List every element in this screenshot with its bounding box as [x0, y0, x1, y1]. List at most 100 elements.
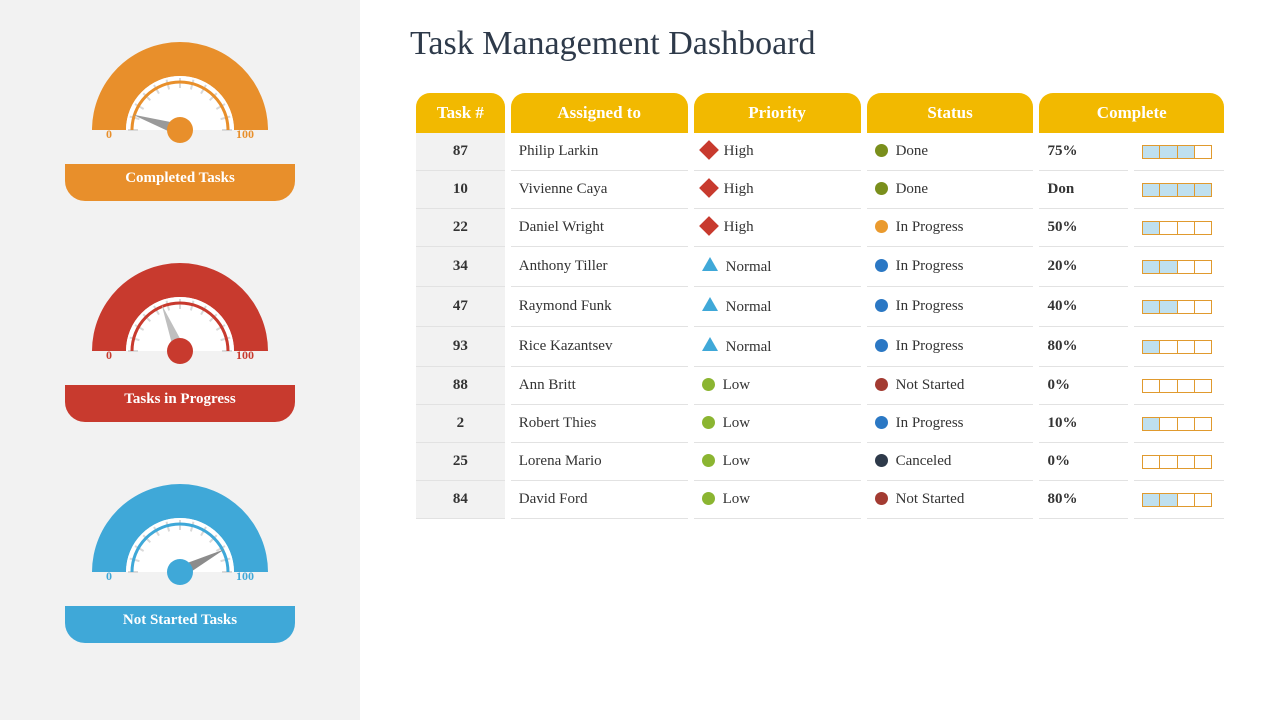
cell-complete: 75%: [1039, 133, 1128, 171]
tasks-table: Task # Assigned to Priority Status Compl…: [410, 93, 1230, 519]
cell-task-num: 88: [416, 367, 505, 405]
gauge-min: 0: [106, 348, 112, 363]
cell-assigned: Anthony Tiller: [511, 247, 688, 287]
priority-low-icon: [702, 378, 715, 391]
progress-bar: [1142, 455, 1212, 469]
progress-bar: [1142, 221, 1212, 235]
cell-priority: High: [694, 209, 861, 247]
progress-bar: [1142, 260, 1212, 274]
cell-complete: 0%: [1039, 443, 1128, 481]
cell-task-num: 47: [416, 287, 505, 327]
cell-assigned: Raymond Funk: [511, 287, 688, 327]
gauge-max: 100: [236, 569, 254, 584]
priority-normal-icon: [702, 337, 718, 351]
cell-task-num: 22: [416, 209, 505, 247]
gauge-min: 0: [106, 569, 112, 584]
cell-task-num: 87: [416, 133, 505, 171]
table-row: 88 Ann Britt Low Not Started 0%: [416, 367, 1224, 405]
progress-bar: [1142, 300, 1212, 314]
table-row: 87 Philip Larkin High Done 75%: [416, 133, 1224, 171]
status-icon: [875, 492, 888, 505]
table-row: 47 Raymond Funk Normal In Progress 40%: [416, 287, 1224, 327]
cell-status: Not Started: [867, 367, 1034, 405]
cell-bar: [1134, 247, 1224, 287]
cell-status: In Progress: [867, 405, 1034, 443]
cell-assigned: Philip Larkin: [511, 133, 688, 171]
priority-normal-icon: [702, 297, 718, 311]
cell-status: Done: [867, 171, 1034, 209]
status-icon: [875, 416, 888, 429]
cell-task-num: 93: [416, 327, 505, 367]
cell-complete: 0%: [1039, 367, 1128, 405]
cell-priority: Normal: [694, 327, 861, 367]
table-row: 22 Daniel Wright High In Progress 50%: [416, 209, 1224, 247]
status-icon: [875, 220, 888, 233]
col-status: Status: [867, 93, 1034, 133]
cell-task-num: 25: [416, 443, 505, 481]
status-icon: [875, 182, 888, 195]
cell-priority: Normal: [694, 287, 861, 327]
cell-bar: [1134, 405, 1224, 443]
cell-complete: 50%: [1039, 209, 1128, 247]
progress-bar: [1142, 340, 1212, 354]
gauge-dial-icon: 0 100: [80, 20, 280, 170]
main: Task Management Dashboard Task # Assigne…: [360, 0, 1280, 720]
cell-assigned: Rice Kazantsev: [511, 327, 688, 367]
cell-status: Done: [867, 133, 1034, 171]
cell-status: In Progress: [867, 247, 1034, 287]
cell-status: Canceled: [867, 443, 1034, 481]
status-icon: [875, 454, 888, 467]
table-row: 2 Robert Thies Low In Progress 10%: [416, 405, 1224, 443]
table-row: 93 Rice Kazantsev Normal In Progress 80%: [416, 327, 1224, 367]
gauge-2: 0 100 Not Started Tasks: [60, 462, 300, 643]
tasks-tbody: 87 Philip Larkin High Done 75% 10 Vivien…: [416, 133, 1224, 519]
cell-bar: [1134, 367, 1224, 405]
priority-low-icon: [702, 454, 715, 467]
cell-task-num: 84: [416, 481, 505, 519]
cell-bar: [1134, 327, 1224, 367]
col-complete: Complete: [1039, 93, 1224, 133]
gauge-0: 0 100 Completed Tasks: [60, 20, 300, 201]
cell-bar: [1134, 287, 1224, 327]
cell-bar: [1134, 209, 1224, 247]
table-row: 10 Vivienne Caya High Done Don: [416, 171, 1224, 209]
progress-bar: [1142, 145, 1212, 159]
cell-priority: Low: [694, 367, 861, 405]
progress-bar: [1142, 183, 1212, 197]
cell-complete: 20%: [1039, 247, 1128, 287]
cell-complete: 40%: [1039, 287, 1128, 327]
cell-complete: 80%: [1039, 327, 1128, 367]
status-icon: [875, 144, 888, 157]
priority-high-icon: [699, 216, 719, 236]
cell-task-num: 34: [416, 247, 505, 287]
status-icon: [875, 339, 888, 352]
cell-complete: 10%: [1039, 405, 1128, 443]
priority-high-icon: [699, 140, 719, 160]
cell-priority: High: [694, 133, 861, 171]
cell-bar: [1134, 481, 1224, 519]
cell-bar: [1134, 443, 1224, 481]
progress-bar: [1142, 379, 1212, 393]
progress-bar: [1142, 493, 1212, 507]
cell-status: In Progress: [867, 327, 1034, 367]
priority-normal-icon: [702, 257, 718, 271]
progress-bar: [1142, 417, 1212, 431]
table-row: 34 Anthony Tiller Normal In Progress 20%: [416, 247, 1224, 287]
status-icon: [875, 378, 888, 391]
cell-priority: High: [694, 171, 861, 209]
cell-priority: Low: [694, 481, 861, 519]
status-icon: [875, 259, 888, 272]
cell-priority: Normal: [694, 247, 861, 287]
cell-status: In Progress: [867, 287, 1034, 327]
priority-high-icon: [699, 178, 719, 198]
table-row: 25 Lorena Mario Low Canceled 0%: [416, 443, 1224, 481]
gauge-dial-icon: 0 100: [80, 241, 280, 391]
cell-complete: 80%: [1039, 481, 1128, 519]
cell-task-num: 2: [416, 405, 505, 443]
gauge-max: 100: [236, 127, 254, 142]
cell-priority: Low: [694, 405, 861, 443]
status-icon: [875, 299, 888, 312]
cell-priority: Low: [694, 443, 861, 481]
cell-task-num: 10: [416, 171, 505, 209]
cell-assigned: Vivienne Caya: [511, 171, 688, 209]
